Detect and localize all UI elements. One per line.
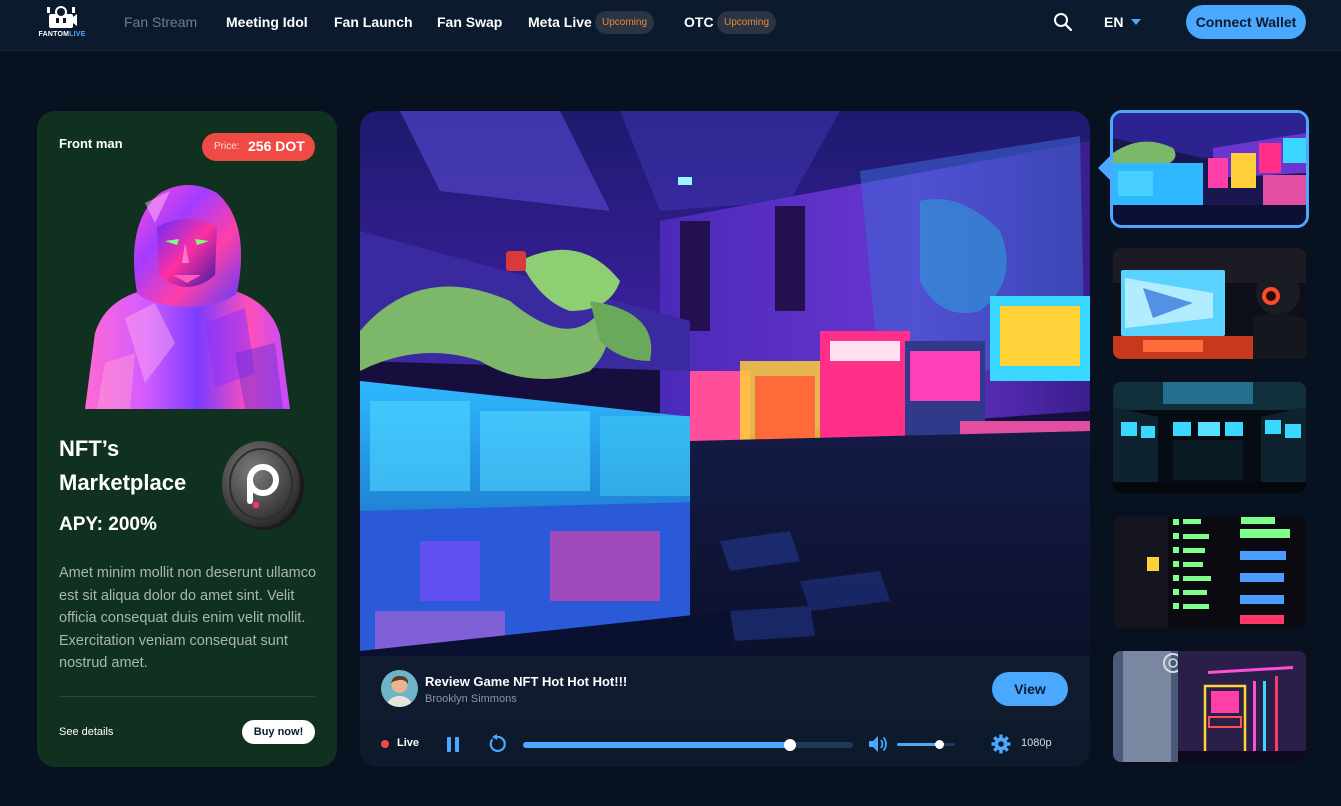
- neon-arcade-machine-thumbnail-image: [1113, 651, 1306, 762]
- arcade-hall-thumbnail-image: [1113, 113, 1306, 225]
- nav-item-fan-swap[interactable]: Fan Swap: [437, 14, 502, 30]
- thumbnail-arcade-hall[interactable]: [1110, 110, 1309, 228]
- dark-arcade-room-thumbnail-image: [1113, 382, 1306, 493]
- nav-item-otc[interactable]: OTC: [684, 14, 714, 30]
- arcade-video-frame[interactable]: [360, 111, 1090, 721]
- video-player: Review Game NFT Hot Hot Hot!!! Brooklyn …: [360, 111, 1090, 767]
- thumbnail-dark-arcade-room[interactable]: [1113, 382, 1306, 493]
- thumbnail-neon-arcade-machine[interactable]: [1113, 651, 1306, 762]
- nft-owner-name: Front man: [59, 136, 123, 151]
- card-title: NFT’s Marketplace: [59, 432, 186, 500]
- card-description: Amet minim mollit non deserunt ullamco e…: [59, 565, 317, 671]
- player-controls: Live 1080p: [360, 722, 1090, 767]
- video-info-bar: Review Game NFT Hot Hot Hot!!! Brooklyn …: [360, 656, 1090, 722]
- brand-name-part2: LIVE: [69, 31, 86, 38]
- video-title: Review Game NFT Hot Hot Hot!!!: [425, 674, 628, 689]
- progress-handle[interactable]: [784, 739, 797, 751]
- polkadot-coin-icon: [222, 441, 304, 530]
- upcoming-badge-otc: Upcoming: [717, 11, 777, 34]
- user-avatar-image: [381, 670, 418, 707]
- card-title-line2: Marketplace: [59, 470, 187, 495]
- price-badge: Price: 256 DOT: [202, 133, 315, 161]
- volume-icon[interactable]: [868, 735, 888, 753]
- card-title-line1: NFT’s: [59, 436, 120, 461]
- price-label: Price:: [214, 141, 240, 152]
- language-selector[interactable]: EN: [1104, 14, 1123, 30]
- price-value: 256 DOT: [248, 138, 305, 154]
- nft-hooded-figure-image: [85, 185, 290, 409]
- apy-value: APY: 200%: [59, 514, 157, 535]
- thumbnail-gamer-headset[interactable]: [1113, 248, 1306, 359]
- nav-item-meta-live[interactable]: Meta Live: [528, 14, 592, 30]
- replay-icon[interactable]: [487, 734, 507, 754]
- connect-wallet-button[interactable]: Connect Wallet: [1186, 5, 1306, 39]
- logo-icon: [47, 6, 77, 28]
- gear-icon[interactable]: [991, 734, 1011, 754]
- video-author: Brooklyn Simmons: [425, 693, 517, 705]
- nav-item-meeting-idol[interactable]: Meeting Idol: [226, 14, 308, 30]
- card-divider: [59, 696, 315, 697]
- brand-name-part1: FANTOM: [38, 31, 70, 38]
- volume-fill: [897, 743, 939, 746]
- live-indicator: [381, 740, 389, 748]
- gamer-headset-thumbnail-image: [1113, 248, 1306, 359]
- chevron-down-icon[interactable]: [1131, 19, 1141, 25]
- search-icon[interactable]: [1053, 12, 1073, 32]
- volume-handle[interactable]: [934, 740, 944, 749]
- quality-selector[interactable]: 1080p: [1021, 737, 1052, 749]
- avatar[interactable]: [381, 670, 418, 707]
- neon-scoreboard-thumbnail-image: [1113, 517, 1306, 628]
- nav-item-fan-launch[interactable]: Fan Launch: [334, 14, 413, 30]
- see-details-link[interactable]: See details: [59, 726, 113, 738]
- nft-marketplace-card: Front man Price: 256 DOT NFT’s Marketpla…: [37, 111, 337, 767]
- thumbnail-neon-scoreboard[interactable]: [1113, 517, 1306, 628]
- upcoming-badge-meta-live: Upcoming: [595, 11, 655, 34]
- top-navbar: FANTOMLIVE Fan Stream Meeting Idol Fan L…: [0, 0, 1341, 51]
- buy-now-button[interactable]: Buy now!: [242, 720, 315, 744]
- view-button[interactable]: View: [992, 672, 1068, 706]
- brand-name: FANTOMLIVE: [34, 31, 90, 38]
- brand-logo[interactable]: FANTOMLIVE: [34, 4, 90, 46]
- progress-fill: [523, 742, 791, 748]
- live-label: Live: [397, 737, 420, 749]
- nav-item-fan-stream[interactable]: Fan Stream: [124, 14, 197, 30]
- pause-icon[interactable]: [446, 737, 460, 752]
- progress-slider[interactable]: [523, 739, 853, 751]
- volume-slider[interactable]: [897, 740, 955, 749]
